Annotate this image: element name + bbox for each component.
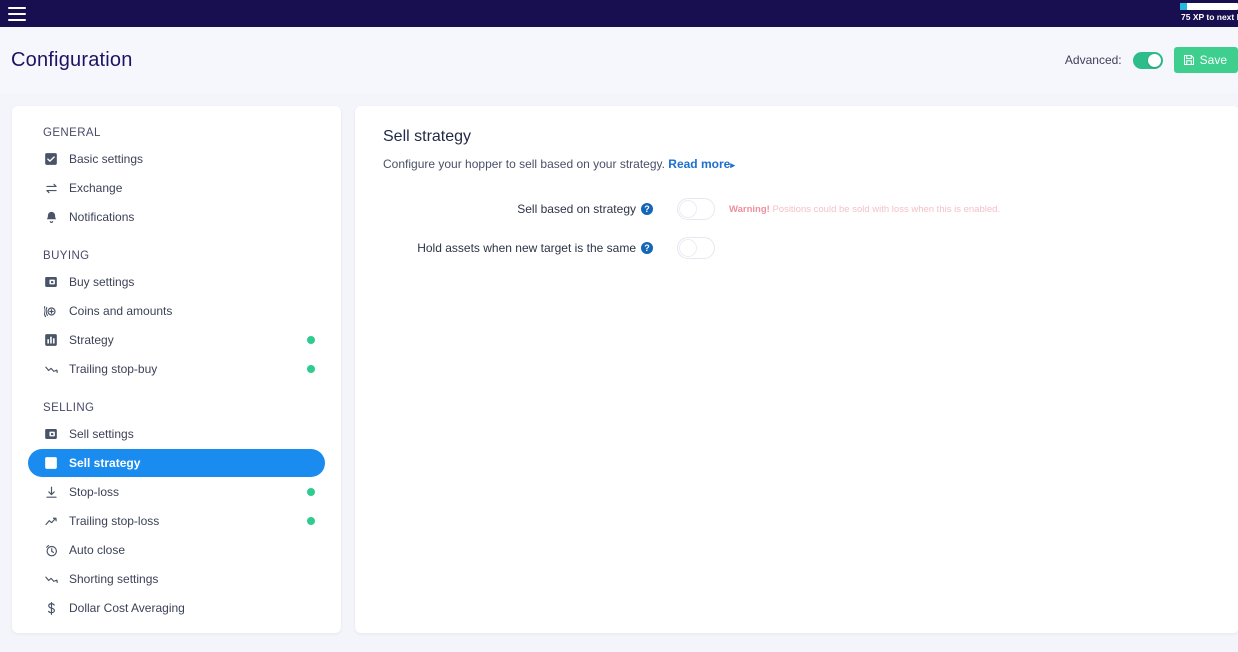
sidebar-item-label: Strategy: [69, 333, 114, 347]
section-subtitle: Configure your hopper to sell based on y…: [383, 157, 1211, 171]
section-title: Sell strategy: [383, 128, 472, 145]
sidebar-item-label: Sell settings: [69, 427, 134, 441]
sidebar-item-label: Auto close: [69, 543, 126, 557]
save-button[interactable]: Save: [1173, 47, 1238, 73]
hamburger-bar: [8, 6, 26, 9]
sidebar-group-title: SELLING: [43, 402, 95, 414]
sidebar-item-label: Stop-loss: [69, 485, 120, 499]
bar-chart-icon: [43, 455, 59, 471]
alarm-clock-icon: [43, 542, 59, 558]
sidebar-item-label: Sell strategy: [69, 456, 141, 470]
status-dot: [307, 365, 315, 373]
trending-down-icon: [43, 571, 59, 587]
sidebar-item-trailing-stop-buy[interactable]: Trailing stop-buy: [28, 355, 325, 383]
sidebar-item-trailing-stop-loss[interactable]: Trailing stop-loss: [28, 507, 325, 535]
setting-toggle[interactable]: [677, 237, 715, 259]
settings-main-panel: Sell strategy Configure your hopper to s…: [355, 106, 1238, 633]
sidebar-item-exchange[interactable]: Exchange: [28, 174, 325, 202]
bar-chart-icon: [43, 332, 59, 348]
read-more-link[interactable]: Read more▸: [668, 157, 735, 171]
floppy-disk-icon: [1183, 54, 1195, 66]
sidebar-item-stop-loss[interactable]: Stop-loss: [28, 478, 325, 506]
warning-message: Warning! Positions could be sold with lo…: [729, 204, 1000, 215]
coin-plus-icon: [43, 303, 59, 319]
sidebar-item-notifications[interactable]: Notifications: [28, 203, 325, 231]
setting-row: Hold assets when new target is the same?: [383, 237, 1211, 259]
sidebar-item-buy-settings[interactable]: Buy settings: [28, 268, 325, 296]
sidebar-item-label: Trailing stop-loss: [69, 514, 160, 528]
setting-row: Sell based on strategy? Warning! Position…: [383, 198, 1211, 220]
status-dot: [307, 517, 315, 525]
status-dot: [307, 488, 315, 496]
help-icon[interactable]: ?: [641, 242, 653, 254]
sidebar-item-label: Basic settings: [69, 152, 144, 166]
download-arrow-icon: [43, 484, 59, 500]
status-dot: [307, 336, 315, 344]
hamburger-bar: [8, 18, 26, 21]
hamburger-icon[interactable]: [8, 6, 26, 21]
sidebar-item-label: Notifications: [69, 210, 135, 224]
toggle-knob: [1147, 53, 1161, 67]
sidebar-item-label: Dollar Cost Averaging: [69, 601, 185, 615]
sidebar-item-basic-settings[interactable]: Basic settings: [28, 145, 325, 173]
dollar-sign-icon: [43, 600, 59, 616]
warning-prefix: Warning!: [729, 203, 770, 215]
sidebar-item-label: Coins and amounts: [69, 304, 173, 318]
page-title: Configuration: [11, 48, 133, 71]
sidebar-item-label: Exchange: [69, 181, 123, 195]
sidebar-item-dollar-cost-averaging[interactable]: Dollar Cost Averaging: [28, 594, 325, 622]
caret-right-icon: ▸: [730, 160, 735, 170]
sidebar-item-label: Trailing stop-buy: [69, 362, 158, 376]
save-button-label: Save: [1199, 53, 1227, 67]
exchange-arrows-icon: [43, 180, 59, 196]
sidebar-group: GENERAL Basic settings Exchange Notificatio…: [28, 127, 325, 231]
sidebar-group-title: GENERAL: [43, 127, 101, 139]
trending-up-icon: [43, 513, 59, 529]
sidebar-item-sell-settings[interactable]: Sell settings: [28, 420, 325, 448]
xp-progress-fill: [1180, 3, 1187, 10]
top-navigation-bar: 75 XP to next le: [0, 0, 1238, 27]
page-header: Configuration Advanced: Save: [0, 27, 1238, 93]
sidebar-item-label: Buy settings: [69, 275, 135, 289]
toggle-knob: [679, 239, 697, 257]
xp-progress-widget: 75 XP to next le: [1180, 3, 1238, 22]
sidebar-item-label: Shorting settings: [69, 572, 159, 586]
setting-label: Hold assets when new target is the same?: [383, 241, 653, 255]
sidebar-item-shorting-settings[interactable]: Shorting settings: [28, 565, 325, 593]
warning-text: Positions could be sold with loss when t…: [769, 203, 1001, 215]
sidebar-item-auto-close[interactable]: Auto close: [28, 536, 325, 564]
setting-label-text: Sell based on strategy: [517, 202, 636, 216]
section-subtitle-text: Configure your hopper to sell based on y…: [383, 157, 665, 171]
sidebar-group: BUYING Buy settings Coins and amounts Strat…: [28, 250, 325, 383]
read-more-label: Read more: [668, 157, 731, 171]
panel-settings-icon: [43, 274, 59, 290]
header-actions: Advanced: Save: [1065, 47, 1238, 73]
bell-icon: [43, 209, 59, 225]
page-body: GENERAL Basic settings Exchange Notificatio…: [0, 93, 1238, 652]
xp-label: 75 XP to next le: [1181, 12, 1238, 22]
sidebar-item-sell-strategy[interactable]: Sell strategy: [28, 449, 325, 477]
settings-sidebar: GENERAL Basic settings Exchange Notificatio…: [12, 106, 341, 633]
toggle-knob: [679, 200, 697, 218]
setting-toggle[interactable]: [677, 198, 715, 220]
setting-label-text: Hold assets when new target is the same: [417, 241, 636, 255]
xp-progress-bar: [1180, 3, 1238, 10]
checkbox-checked-icon: [43, 151, 59, 167]
hamburger-bar: [8, 12, 26, 15]
panel-settings-icon: [43, 426, 59, 442]
help-icon[interactable]: ?: [641, 203, 653, 215]
trending-down-icon: [43, 361, 59, 377]
sidebar-group: SELLING Sell settings Sell strategy Stop-lo…: [28, 402, 325, 622]
setting-label: Sell based on strategy?: [383, 202, 653, 216]
advanced-mode-toggle[interactable]: [1132, 51, 1163, 69]
advanced-toggle-label: Advanced:: [1064, 53, 1122, 67]
sidebar-item-strategy[interactable]: Strategy: [28, 326, 325, 354]
sidebar-item-coins-and-amounts[interactable]: Coins and amounts: [28, 297, 325, 325]
sidebar-group-title: BUYING: [43, 250, 90, 262]
